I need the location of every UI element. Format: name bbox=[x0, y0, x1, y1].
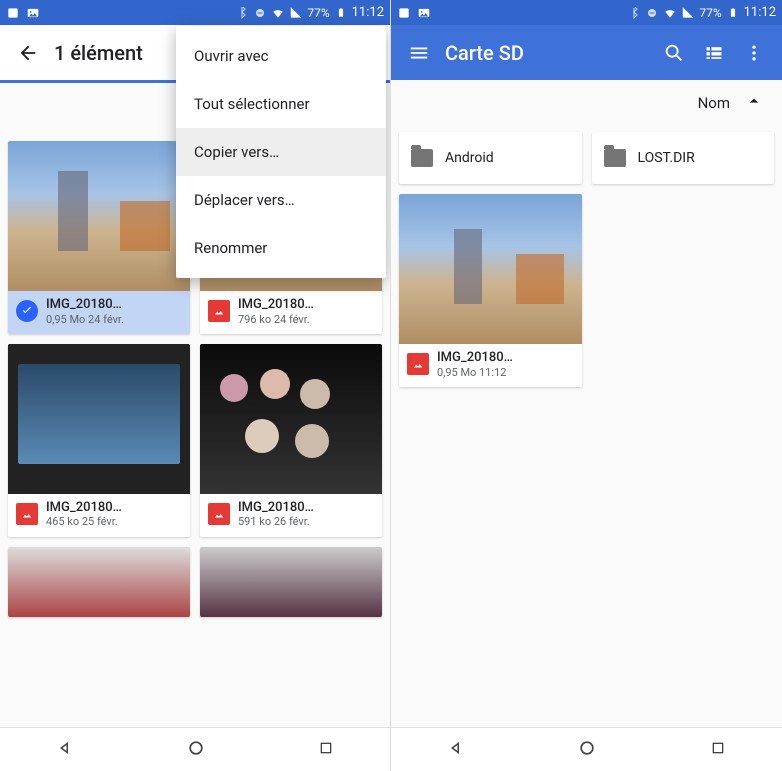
file-tile[interactable] bbox=[200, 547, 382, 617]
menu-move-to[interactable]: Déplacer vers… bbox=[176, 176, 386, 224]
file-tile[interactable]: IMG_20180… 465 ko 25 févr. bbox=[8, 344, 190, 537]
appbar-title: Carte SD bbox=[445, 41, 524, 65]
menu-copy-to[interactable]: Copier vers… bbox=[176, 128, 386, 176]
back-button[interactable] bbox=[8, 33, 48, 73]
menu-open-with[interactable]: Ouvrir avec bbox=[176, 32, 386, 80]
nav-recent[interactable] bbox=[318, 740, 334, 760]
sort-label: Nom bbox=[698, 94, 730, 112]
selection-count: 1 élément bbox=[54, 41, 143, 65]
status-time: 11:12 bbox=[744, 5, 776, 20]
file-name: IMG_20180… bbox=[238, 297, 314, 313]
battery-percent: 77% bbox=[307, 6, 329, 20]
nav-recent[interactable] bbox=[710, 740, 726, 760]
folder-tile[interactable]: LOST.DIR bbox=[592, 132, 775, 184]
file-tile[interactable]: IMG_20180… 0,95 Mo 24 févr. bbox=[8, 141, 190, 334]
folder-name: Android bbox=[445, 150, 494, 166]
file-sub: 465 ko 25 févr. bbox=[46, 515, 122, 528]
battery-icon bbox=[726, 6, 740, 20]
menu-button[interactable] bbox=[399, 33, 439, 73]
nav-back[interactable] bbox=[56, 739, 74, 761]
overflow-button[interactable] bbox=[734, 33, 774, 73]
nav-home[interactable] bbox=[577, 738, 597, 762]
image-file-icon bbox=[208, 503, 230, 525]
search-button[interactable] bbox=[654, 33, 694, 73]
menu-select-all[interactable]: Tout sélectionner bbox=[176, 80, 386, 128]
image-file-icon bbox=[208, 300, 230, 322]
file-sub: 796 ko 24 févr. bbox=[238, 313, 314, 326]
screen-right: 77% 11:12 Carte SD Nom bbox=[391, 0, 782, 771]
file-name: IMG_20180… bbox=[46, 297, 124, 313]
bluetooth-icon bbox=[627, 6, 641, 20]
signal-icon bbox=[681, 6, 695, 20]
file-name: IMG_20180… bbox=[437, 350, 513, 366]
status-bar: 77% 11:12 bbox=[391, 0, 782, 25]
status-gallery-icon bbox=[26, 6, 40, 20]
image-file-icon bbox=[16, 503, 38, 525]
wifi-icon bbox=[663, 6, 677, 20]
screen-left: 77% 11:12 1 élément bbox=[0, 0, 391, 771]
signal-icon bbox=[289, 6, 303, 20]
file-thumbnail bbox=[200, 547, 382, 617]
folder-icon bbox=[604, 149, 626, 167]
file-tile[interactable]: IMG_20180… 591 ko 26 févr. bbox=[200, 344, 382, 537]
file-name: IMG_20180… bbox=[238, 500, 314, 516]
selected-check-icon bbox=[16, 300, 38, 322]
nav-back[interactable] bbox=[447, 739, 465, 761]
file-sub: 591 ko 26 févr. bbox=[238, 515, 314, 528]
wifi-icon bbox=[271, 6, 285, 20]
folder-icon bbox=[411, 149, 433, 167]
file-sub: 0,95 Mo 24 févr. bbox=[46, 313, 124, 326]
sort-row[interactable]: Nom bbox=[391, 80, 782, 126]
dnd-icon bbox=[253, 6, 267, 20]
overflow-menu: Ouvrir avec Tout sélectionner Copier ver… bbox=[176, 26, 386, 278]
status-time: 11:12 bbox=[352, 5, 384, 20]
file-thumbnail bbox=[399, 194, 582, 344]
status-gallery-icon bbox=[417, 6, 431, 20]
appbar: Carte SD bbox=[391, 25, 782, 80]
battery-icon bbox=[334, 6, 348, 20]
sort-direction-icon bbox=[744, 91, 764, 115]
file-tile[interactable] bbox=[8, 547, 190, 617]
file-thumbnail bbox=[8, 547, 190, 617]
battery-percent: 77% bbox=[699, 6, 721, 20]
file-thumbnail bbox=[8, 141, 190, 291]
dnd-icon bbox=[645, 6, 659, 20]
file-sub: 0,95 Mo 11:12 bbox=[437, 366, 513, 379]
file-grid: Android LOST.DIR IMG_20180… 0,95 Mo bbox=[391, 126, 782, 771]
android-navbar bbox=[0, 727, 390, 771]
status-bar: 77% 11:12 bbox=[0, 0, 390, 25]
status-screenshot-icon bbox=[6, 6, 20, 20]
file-tile[interactable]: IMG_20180… 0,95 Mo 11:12 bbox=[399, 194, 582, 387]
folder-name: LOST.DIR bbox=[638, 150, 695, 166]
image-file-icon bbox=[407, 353, 429, 375]
file-thumbnail bbox=[200, 344, 382, 494]
file-name: IMG_20180… bbox=[46, 500, 122, 516]
folder-tile[interactable]: Android bbox=[399, 132, 582, 184]
android-navbar bbox=[391, 727, 782, 771]
status-screenshot-icon bbox=[397, 6, 411, 20]
menu-rename[interactable]: Renommer bbox=[176, 224, 386, 272]
view-toggle-button[interactable] bbox=[694, 33, 734, 73]
bluetooth-icon bbox=[235, 6, 249, 20]
file-thumbnail bbox=[8, 344, 190, 494]
nav-home[interactable] bbox=[186, 738, 206, 762]
